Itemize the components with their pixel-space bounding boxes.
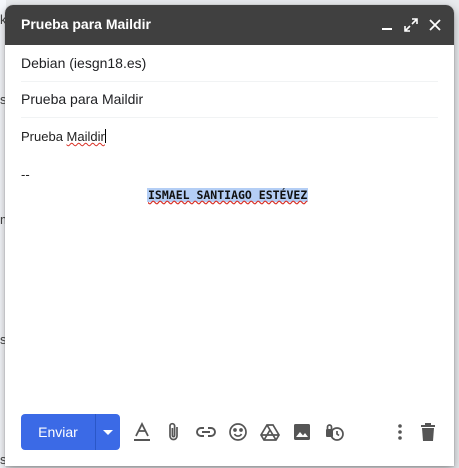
subject-text: Prueba para Maildir	[21, 91, 144, 107]
fullscreen-icon[interactable]	[401, 15, 421, 35]
compose-window: Prueba para Maildir Debian (iesgn18.es) …	[5, 5, 454, 466]
minimize-icon[interactable]	[377, 15, 397, 35]
compose-header: Prueba para Maildir	[5, 5, 454, 45]
insert-link-icon[interactable]	[195, 421, 217, 443]
confidential-mode-icon[interactable]	[323, 421, 345, 443]
recipient-chip[interactable]: Debian (iesgn18.es)	[21, 55, 146, 71]
to-field[interactable]: Debian (iesgn18.es)	[21, 45, 438, 82]
signature-text[interactable]: ISMAEL SANTIAGO ESTÉVEZ	[147, 188, 309, 202]
compose-title: Prueba para Maildir	[21, 16, 151, 32]
discard-draft-icon[interactable]	[417, 421, 439, 443]
close-icon[interactable]	[425, 15, 445, 35]
dropdown-arrow-icon	[103, 430, 113, 435]
body-text: Prueba	[21, 129, 67, 144]
formatting-options-icon[interactable]	[131, 421, 153, 443]
google-drive-icon[interactable]	[259, 421, 281, 443]
text-cursor	[104, 129, 106, 143]
send-options-button[interactable]	[96, 414, 120, 450]
signature-name: ISMAEL SANTIAGO ESTÉVEZ	[148, 188, 308, 202]
more-options-icon[interactable]	[389, 421, 411, 443]
attach-file-icon[interactable]	[163, 421, 185, 443]
signature-separator: --	[21, 167, 30, 182]
subject-field[interactable]: Prueba para Maildir	[21, 81, 438, 118]
send-button-group: Enviar	[21, 414, 120, 450]
send-button[interactable]: Enviar	[21, 424, 95, 440]
misspelled-word[interactable]: Maildir	[67, 129, 105, 144]
insert-photo-icon[interactable]	[291, 421, 313, 443]
emoji-icon[interactable]	[227, 421, 249, 443]
message-body-line[interactable]: Prueba Maildir	[21, 129, 106, 144]
